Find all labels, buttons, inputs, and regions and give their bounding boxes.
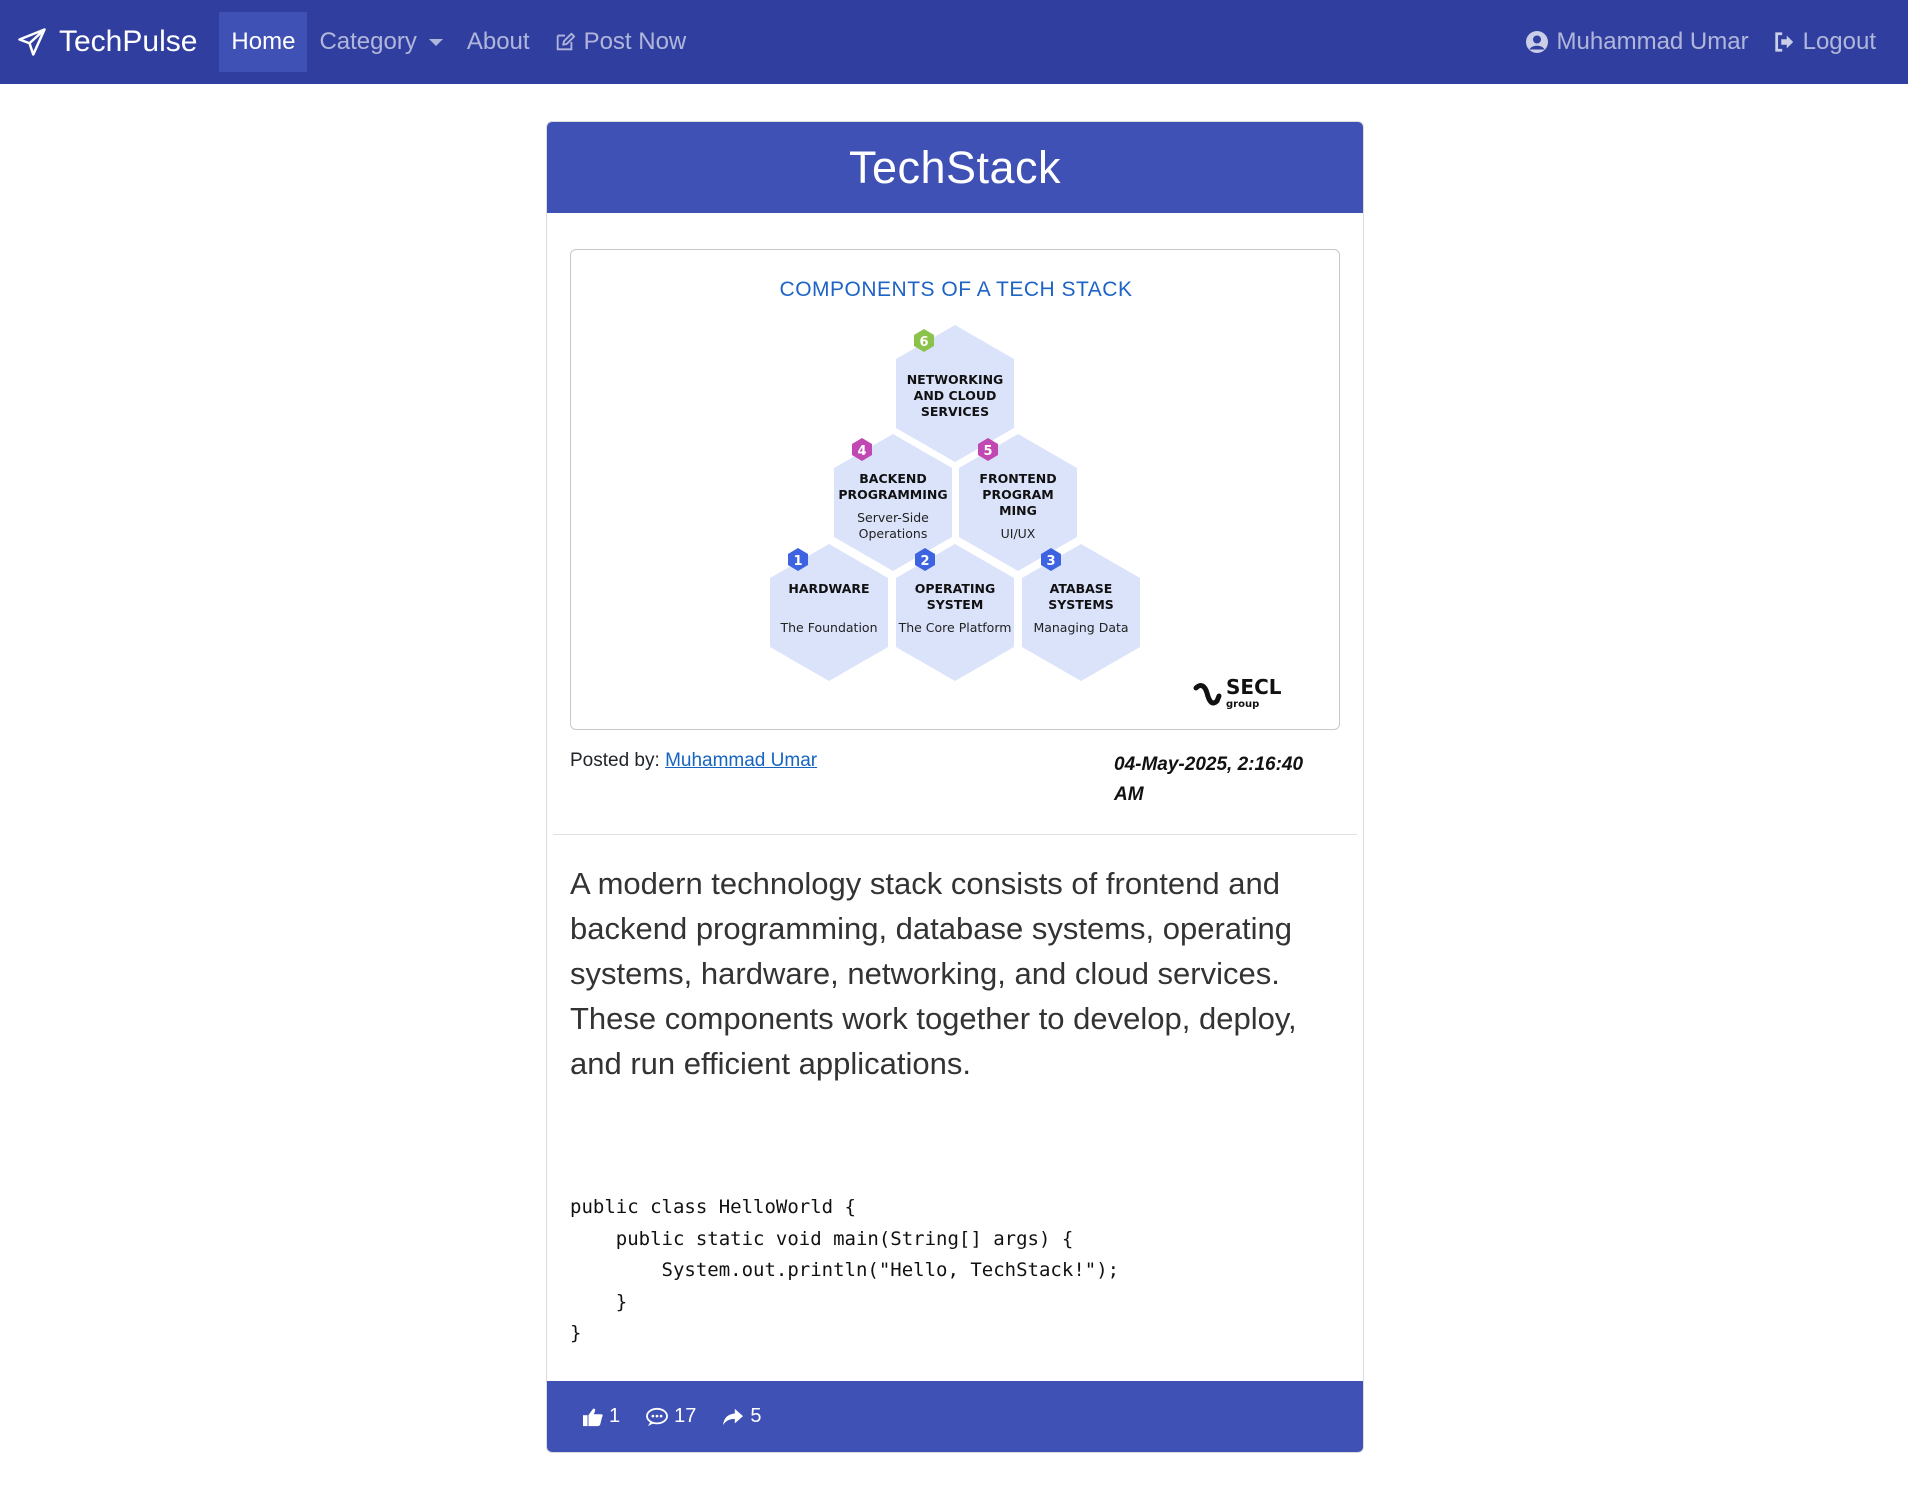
hex-5-title-line1: FRONTEND [979,471,1056,486]
hex-1-subtitle-line1: The Foundation [780,620,878,635]
posted-by-label: Posted by: [570,750,660,771]
hex-4-title-line2: PROGRAMMING [838,487,947,502]
posted-by: Posted by: Muhammad Umar [570,750,817,814]
like-count: 1 [609,1405,621,1427]
hex-4-subtitle-line2: Operations [859,526,928,541]
post-meta: Posted by: Muhammad Umar 04-May-2025, 2:… [570,750,1340,814]
post-header: TechStack [547,122,1363,213]
nav-home[interactable]: Home [219,12,308,72]
post-footer: 1 17 5 [547,1381,1363,1452]
hex-5-title-line3: MING [999,503,1037,518]
post-description: A modern technology stack consists of fr… [570,866,1297,1081]
share-button[interactable]: 5 [721,1405,762,1428]
hex-2-subtitle-line1: The Core Platform [898,620,1012,635]
hexagon-database: 3 ATABASE SYSTEMS Managing Data [1022,544,1140,681]
nav-category-dropdown[interactable]: Category [307,12,454,72]
comment-count: 17 [674,1405,697,1427]
badge-6-number: 6 [919,335,928,350]
user-circle-icon [1525,31,1548,53]
nav-logout-label: Logout [1802,28,1876,55]
share-count: 5 [750,1405,762,1427]
post-title: TechStack [848,141,1062,193]
brand-link[interactable]: TechPulse [17,0,197,84]
hexagon-backend: 4 BACKEND PROGRAMMING Server-Side Operat… [834,434,952,571]
badge-3-number: 3 [1046,554,1055,569]
post-date: 04-May-2025, 2:16:40 AM [1114,750,1340,814]
hexagon-networking: 6 NETWORKING AND CLOUD SERVICES [896,325,1014,462]
diagram-heading: COMPONENTS OF A TECH STACK [780,278,1133,301]
hex-2-title-line2: SYSTEM [927,597,984,612]
comment-button[interactable]: 17 [645,1405,696,1428]
badge-4-number: 4 [857,444,866,459]
post-body: COMPONENTS OF A TECH STACK 6 NETWORKING … [547,213,1363,1350]
secl-logo: SECL group [1193,675,1282,710]
author-link[interactable]: Muhammad Umar [665,750,817,771]
nav-user-profile[interactable]: Muhammad Umar [1513,12,1761,72]
nav-post-now[interactable]: Post Now [542,12,699,72]
secl-logo-subtext: group [1226,699,1259,710]
badge-2-number: 2 [920,554,929,569]
hex-4-subtitle-line1: Server-Side [857,510,929,525]
edit-icon [556,32,575,51]
post-date-line1: 04-May-2025, 2:16:40 [1114,754,1304,775]
like-button[interactable]: 1 [582,1405,620,1428]
nav-about-label: About [466,28,530,55]
hex-6-title-line2: AND CLOUD [914,388,997,403]
sign-out-icon [1774,32,1793,52]
comment-dots-icon [646,1407,669,1426]
nav-post-now-label: Post Now [583,28,687,55]
caret-down-icon [428,38,443,46]
nav-about[interactable]: About [455,12,542,72]
nav-home-label: Home [231,28,296,55]
post-image: COMPONENTS OF A TECH STACK 6 NETWORKING … [570,249,1340,730]
nav-links: Home Category About Post Now [219,0,698,84]
hex-3-title-line2: SYSTEMS [1048,597,1114,612]
nav-logout[interactable]: Logout [1761,12,1888,72]
navbar: TechPulse Home Category About Post Now M… [0,0,1908,84]
hex-2-title-line1: OPERATING [915,581,996,596]
tech-stack-diagram: COMPONENTS OF A TECH STACK 6 NETWORKING … [770,278,1282,710]
hexagon-operating-system: 2 OPERATING SYSTEM The Core Platform [896,544,1014,681]
hex-4-title-line1: BACKEND [859,471,926,486]
code-snippet: public class HelloWorld { public static … [570,1196,1120,1344]
hex-1-title-line1: HARDWARE [788,581,869,596]
hex-6-title-line3: SERVICES [921,404,989,419]
hex-3-title-line1: ATABASE [1050,581,1113,596]
badge-1-number: 1 [793,554,802,569]
hex-3-subtitle-line1: Managing Data [1033,620,1128,635]
nav-right: Muhammad Umar Logout [1513,0,1888,84]
post-date-line2: AM [1114,784,1144,805]
thumbs-up-icon [583,1408,603,1426]
post-card: TechStack COMPONENTS OF A TECH STACK 6 N… [546,121,1364,1453]
hex-6-title-line1: NETWORKING [907,372,1004,387]
nav-user-name: Muhammad Umar [1556,28,1749,55]
paper-plane-icon [18,28,46,56]
hexagon-frontend: 5 FRONTEND PROGRAM MING UI/UX [959,434,1077,571]
nav-category-label: Category [319,28,417,55]
brand-name: TechPulse [59,25,198,58]
share-arrow-icon [723,1408,744,1425]
hex-5-subtitle-line1: UI/UX [1001,526,1036,541]
hexagon-hardware: 1 HARDWARE The Foundation [770,544,888,681]
content-divider [553,834,1357,835]
hex-5-title-line2: PROGRAM [982,487,1053,502]
badge-5-number: 5 [983,444,992,459]
secl-logo-text: SECL [1226,675,1282,699]
